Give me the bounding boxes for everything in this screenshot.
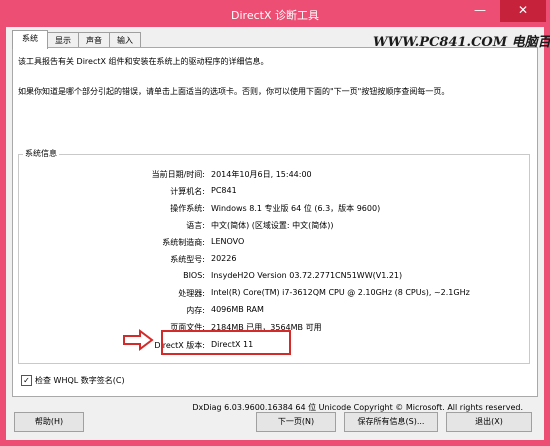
intro-text-2: 如果你知道是哪个部分引起的错误，请单击上面适当的选项卡。否则，你可以使用下面的"… — [18, 87, 450, 96]
info-label: 系统制造商: — [162, 238, 205, 247]
info-value: 2014年10月6日, 15:44:00 — [211, 170, 312, 179]
info-row: 当前日期/时间: 2014年10月6日, 15:44:00 — [19, 169, 529, 183]
info-row: 操作系统: Windows 8.1 专业版 64 位 (6.3，版本 9600) — [19, 203, 529, 217]
info-value: 中文(简体) (区域设置: 中文(简体)) — [211, 221, 334, 230]
info-label: 系统型号: — [170, 255, 205, 264]
arrow-right-icon — [123, 329, 154, 351]
tab-system[interactable]: 系统 — [12, 30, 48, 49]
info-value: Intel(R) Core(TM) i7-3612QM CPU @ 2.10GH… — [211, 288, 470, 297]
whql-checkbox[interactable]: ✓ 检查 WHQL 数字签名(C) — [21, 375, 125, 386]
whql-checkbox-label: 检查 WHQL 数字签名(C) — [35, 376, 125, 385]
tab-sound[interactable]: 声音 — [78, 32, 110, 48]
highlight-box — [161, 330, 291, 355]
info-value: LENOVO — [211, 237, 245, 246]
system-tab-panel: 该工具报告有关 DirectX 组件和安装在系统上的驱动程序的详细信息。 如果你… — [12, 47, 538, 412]
next-page-button[interactable]: 下一页(N) — [256, 412, 336, 432]
intro-text-1: 该工具报告有关 DirectX 组件和安装在系统上的驱动程序的详细信息。 — [18, 57, 269, 66]
info-label: 处理器: — [178, 289, 205, 298]
info-label: 计算机名: — [170, 187, 205, 196]
system-info-title: 系统信息 — [23, 148, 59, 159]
info-value: 4096MB RAM — [211, 305, 264, 314]
info-row: 系统型号: 20226 — [19, 254, 529, 268]
checkbox-check-icon[interactable]: ✓ — [21, 375, 32, 386]
system-info-group: 系统信息 当前日期/时间: 2014年10月6日, 15:44:00 计算机名: P… — [18, 148, 530, 364]
save-all-info-button[interactable]: 保存所有信息(S)... — [344, 412, 438, 432]
dxdiag-window: DirectX 诊断工具 — ✕ 系统 显示 声音 输入 WWW.PC841.C… — [0, 0, 550, 446]
info-label: 操作系统: — [170, 204, 205, 213]
tab-input[interactable]: 输入 — [109, 32, 141, 48]
info-label: 内存: — [186, 306, 205, 315]
info-row: 系统制造商: LENOVO — [19, 237, 529, 251]
info-label: 当前日期/时间: — [151, 170, 205, 179]
title-bar: DirectX 诊断工具 — ✕ — [0, 0, 550, 28]
info-value: Windows 8.1 专业版 64 位 (6.3，版本 9600) — [211, 204, 381, 213]
info-value: PC841 — [211, 186, 237, 195]
minimize-button[interactable]: — — [466, 0, 494, 22]
close-button[interactable]: ✕ — [500, 0, 546, 22]
info-row: 处理器: Intel(R) Core(TM) i7-3612QM CPU @ 2.… — [19, 288, 529, 302]
info-label: BIOS: — [183, 271, 205, 280]
info-label: 语言: — [186, 221, 205, 230]
help-button[interactable]: 帮助(H) — [14, 412, 84, 432]
tab-display[interactable]: 显示 — [47, 32, 79, 48]
dialog-client: 系统 显示 声音 输入 WWW.PC841.COM 电脑百事网 该工具报告有关 … — [6, 27, 550, 440]
info-row: 语言: 中文(简体) (区域设置: 中文(简体)) — [19, 220, 529, 234]
info-value: InsydeH2O Version 03.72.2771CN51WW(V1.21… — [211, 271, 403, 280]
info-value: 20226 — [211, 254, 237, 263]
info-row: BIOS: InsydeH2O Version 03.72.2771CN51WW(… — [19, 271, 529, 285]
exit-button[interactable]: 退出(X) — [446, 412, 532, 432]
info-row: 内存: 4096MB RAM — [19, 305, 529, 319]
info-row: 计算机名: PC841 — [19, 186, 529, 200]
